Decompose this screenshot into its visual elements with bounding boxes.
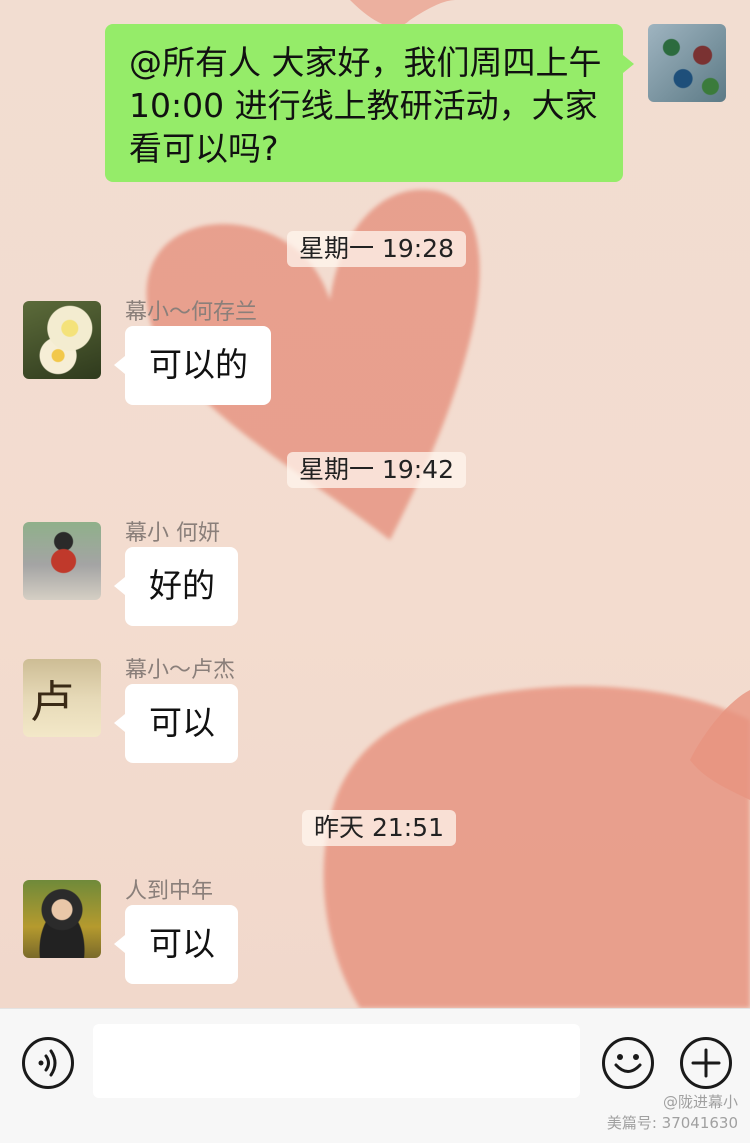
message-line: 10:00 进行线上教研活动，大家 (129, 86, 598, 125)
sender-name: 幕小～何存兰 (125, 300, 258, 325)
message-line: 看可以吗? (129, 129, 279, 168)
avatar-self[interactable] (648, 24, 726, 102)
bubble-tail (623, 55, 634, 73)
message-bubble-incoming[interactable]: 可以 (125, 684, 238, 763)
plus-icon-glyph (691, 1048, 721, 1078)
message-text: 可以 (149, 703, 215, 742)
voice-icon[interactable] (22, 1037, 74, 1089)
bubble-tail (114, 577, 125, 595)
avatar-lu-jie[interactable]: 卢 (23, 659, 101, 737)
watermark-line: @陇进幕小 (662, 1093, 738, 1111)
message-bubble-incoming[interactable]: 好的 (125, 547, 238, 626)
message-text: 可以 (149, 924, 215, 963)
timestamp: 星期一 19:28 (287, 231, 466, 267)
watermark-line: 美篇号: 37041630 (606, 1114, 738, 1132)
message-bubble-incoming[interactable]: 可以的 (125, 326, 271, 405)
avatar-he-yan[interactable] (23, 522, 101, 600)
avatar-he-cunlan[interactable] (23, 301, 101, 379)
avatar-ren-dao-zhong-nian[interactable] (23, 880, 101, 958)
sender-name: 人到中年 (125, 879, 214, 904)
sender-name: 幕小 何妍 (125, 521, 220, 546)
message-text: 好的 (149, 566, 215, 605)
message-bubble-incoming[interactable]: 可以 (125, 905, 238, 984)
emoji-icon[interactable] (602, 1037, 654, 1089)
voice-icon-glyph (38, 1049, 57, 1077)
bubble-tail (114, 714, 125, 732)
message-text: 可以的 (149, 345, 248, 384)
message-input[interactable] (93, 1024, 580, 1098)
timestamp: 星期一 19:42 (287, 452, 466, 488)
avatar-logo-char: 卢 (30, 677, 74, 728)
timestamp: 昨天 21:51 (302, 810, 456, 846)
plus-icon[interactable] (680, 1037, 732, 1089)
watermark: @陇进幕小 美篇号: 37041630 (607, 1091, 738, 1133)
message-line: @所有人 大家好，我们周四上午 (129, 43, 602, 82)
input-bar: @陇进幕小 美篇号: 37041630 (0, 1008, 750, 1143)
emoji-icon-glyph (614, 1054, 642, 1073)
sender-name: 幕小～卢杰 (125, 658, 236, 683)
bubble-tail (114, 356, 125, 374)
message-bubble-outgoing[interactable]: @所有人 大家好，我们周四上午 10:00 进行线上教研活动，大家 看可以吗? (105, 24, 623, 182)
bubble-tail (114, 935, 125, 953)
